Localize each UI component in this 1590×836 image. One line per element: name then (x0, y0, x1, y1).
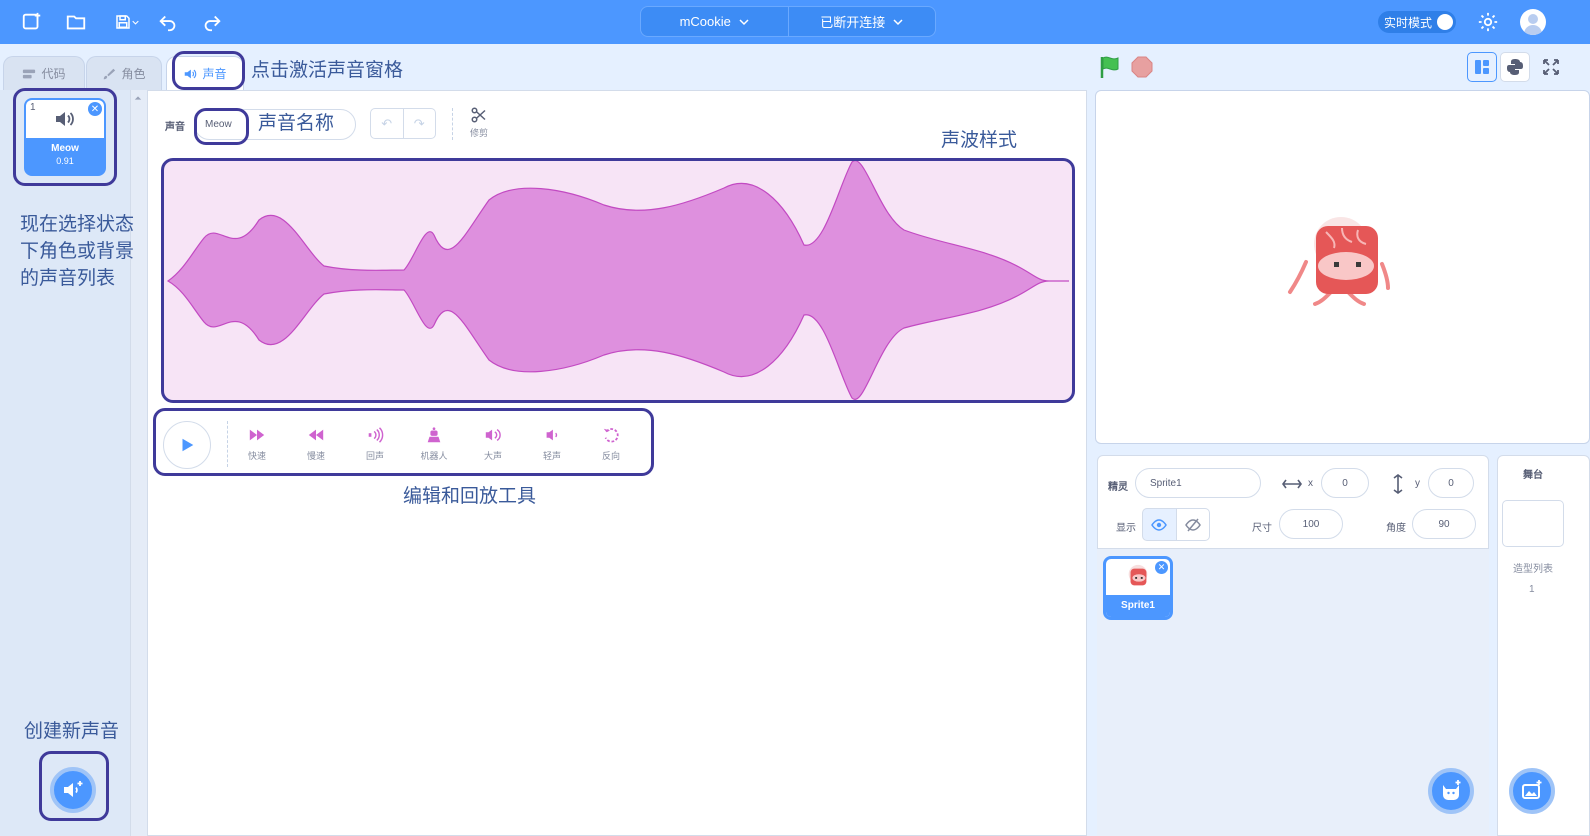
y-value: 0 (1448, 477, 1454, 489)
direction-label: 角度 (1386, 523, 1406, 534)
sprite-name-label: 精灵 (1108, 482, 1128, 493)
direction-value: 90 (1438, 518, 1450, 530)
connection-select[interactable]: 已断开连接 (787, 7, 936, 36)
save-icon[interactable] (110, 10, 142, 34)
avatar[interactable] (1520, 9, 1546, 35)
python-button[interactable] (1500, 52, 1530, 82)
eye-off-icon (1184, 518, 1201, 531)
tab-costumes[interactable]: 角色 (86, 56, 162, 90)
highlight-add-sound (39, 751, 109, 821)
annotation-sound-list: 现在选择状态下角色或背景的声音列表 (20, 214, 135, 289)
sprite-thumbnail (1128, 564, 1148, 586)
redo-icon[interactable] (200, 10, 224, 34)
chevron-down-icon (893, 18, 903, 25)
sprite-character (1288, 217, 1390, 306)
highlight-waveform (161, 158, 1075, 403)
stage-panel-title: 舞台 (1523, 470, 1543, 481)
stop-icon[interactable] (1131, 56, 1153, 78)
size-value: 100 (1302, 518, 1320, 530)
sprite-item-name: Sprite1 (1106, 595, 1170, 617)
annotation-tools: 编辑和回放工具 (403, 486, 537, 507)
horizontal-arrow-icon (1282, 479, 1302, 489)
tab-label: 代码 (41, 67, 66, 81)
sound-name-label: 声音 (165, 122, 185, 133)
tab-code[interactable]: 代码 (3, 56, 85, 90)
divider (452, 108, 453, 140)
live-mode-label: 实时模式 (1384, 15, 1433, 30)
undo-icon[interactable] (156, 10, 180, 34)
device-name: mCookie (679, 14, 731, 29)
sprite-name-input[interactable]: Sprite1 (1135, 468, 1261, 498)
vertical-arrow-icon (1393, 474, 1403, 494)
chevron-down-icon (739, 18, 749, 25)
annotation-activate-tab: 点击激活声音窗格 (251, 60, 404, 81)
sound-list-scrollbar[interactable] (130, 90, 147, 836)
device-select[interactable]: mCookie (641, 7, 788, 36)
green-flag-icon[interactable] (1098, 55, 1122, 79)
editor-undo-redo: ↶ ↷ (370, 108, 436, 139)
python-icon (1507, 59, 1523, 75)
scroll-up-icon[interactable] (134, 94, 142, 102)
visibility-toggle (1142, 508, 1210, 541)
annotation-sound-name: 声音名称 (258, 113, 335, 134)
toggle-knob (1437, 14, 1453, 30)
direction-input[interactable]: 90 (1412, 509, 1476, 539)
layout-view-button[interactable] (1467, 52, 1497, 82)
x-input[interactable]: 0 (1321, 468, 1369, 498)
hide-button[interactable] (1176, 508, 1210, 541)
backdrops-label: 造型列表 (1513, 564, 1553, 575)
connection-status: 已断开连接 (820, 15, 886, 30)
x-value: 0 (1342, 477, 1348, 489)
stage-thumbnail[interactable] (1502, 500, 1564, 547)
show-label: 显示 (1116, 523, 1136, 534)
highlight-sound-name (194, 108, 249, 145)
size-label: 尺寸 (1252, 523, 1272, 534)
y-input[interactable]: 0 (1428, 468, 1474, 498)
brush-icon (104, 68, 116, 79)
delete-sprite-button[interactable]: ✕ (1155, 561, 1168, 574)
menu-bar: mCookie 已断开连接 实时模式 (0, 0, 1590, 44)
size-input[interactable]: 100 (1279, 509, 1343, 539)
backdrop-count: 1 (1529, 584, 1535, 595)
live-mode-toggle[interactable]: 实时模式 (1378, 11, 1456, 33)
new-project-icon[interactable] (20, 10, 44, 34)
add-backdrop-button[interactable] (1509, 768, 1555, 814)
add-backdrop-icon (1522, 780, 1542, 799)
fullscreen-button[interactable] (1536, 52, 1566, 82)
tab-label: 角色 (121, 67, 146, 81)
highlight-tools (153, 408, 654, 476)
sprite-item-sprite1[interactable]: Sprite1 ✕ (1103, 556, 1173, 620)
trim-label: 修剪 (469, 128, 488, 138)
layout-icon (1475, 60, 1489, 74)
annotation-new-sound: 创建新声音 (24, 721, 120, 742)
scissors-icon (471, 107, 486, 123)
code-icon (23, 69, 36, 78)
add-sprite-icon (1443, 780, 1461, 800)
y-label: y (1415, 478, 1420, 489)
x-label: x (1308, 478, 1313, 489)
highlight-sound-tab (172, 51, 245, 90)
trim-button[interactable]: 修剪 (465, 106, 493, 139)
highlight-sound-list (13, 88, 117, 186)
eye-icon (1151, 518, 1168, 531)
sprite-name-value: Sprite1 (1150, 477, 1182, 489)
chevron-down-icon (131, 20, 139, 25)
editor-redo-button[interactable]: ↷ (403, 108, 436, 139)
fullscreen-icon (1543, 59, 1559, 75)
show-button[interactable] (1142, 508, 1177, 541)
device-connection-bar: mCookie 已断开连接 (640, 6, 936, 37)
editor-undo-button[interactable]: ↶ (370, 108, 404, 139)
annotation-waveform: 声波样式 (941, 130, 1018, 151)
gear-icon[interactable] (1476, 10, 1500, 34)
open-folder-icon[interactable] (64, 10, 88, 34)
add-sprite-button[interactable] (1428, 768, 1474, 814)
